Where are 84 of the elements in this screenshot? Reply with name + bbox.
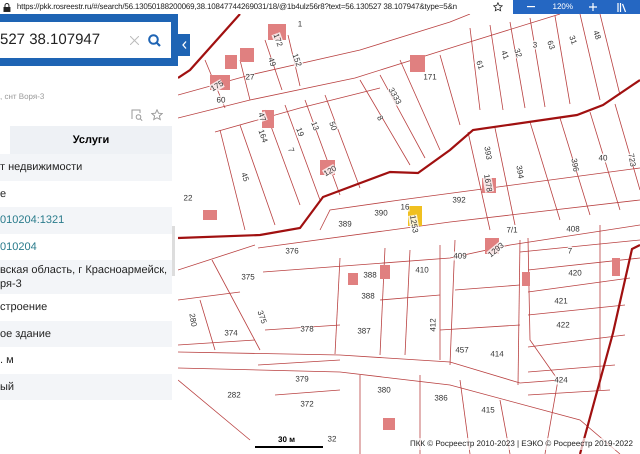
property-value: т недвижимости: [0, 160, 82, 174]
parcel-number: 13: [309, 120, 321, 132]
parcel-number: 389: [338, 220, 352, 228]
parcel-number: 376: [285, 246, 299, 256]
parcel-number: 8: [375, 114, 385, 122]
star-icon[interactable]: [492, 2, 503, 12]
zoom-to-icon[interactable]: [131, 109, 143, 121]
parcel-number: 374: [224, 328, 238, 338]
chevron-left-icon: [182, 41, 186, 49]
parcel-number: 424: [554, 376, 568, 384]
parcel-number: 7: [568, 246, 572, 256]
copyright-text: ПКК © Росреестр 2010-2023 | ЕЭКО © Росреестр 2019-2022: [410, 438, 633, 450]
parcel-number: 392: [452, 196, 466, 204]
parcel-number: 27: [246, 72, 254, 82]
parcel-number: 16: [400, 202, 410, 212]
parcel-number: 375: [241, 272, 255, 282]
parcel-number: 49: [266, 56, 278, 68]
lock-icon: [3, 2, 11, 12]
property-value: е: [0, 186, 6, 201]
property-value: . м: [0, 353, 14, 368]
parcel-number: 63: [545, 39, 557, 51]
zoom-level: 120%: [552, 1, 573, 13]
zoom-in-icon[interactable]: [589, 3, 597, 11]
parcel-number: 282: [227, 390, 241, 400]
parcel-number: 22: [184, 194, 192, 202]
property-value: ый: [0, 380, 14, 394]
collapse-panel-tab[interactable]: [178, 34, 190, 56]
parcel-number: 3: [532, 40, 538, 50]
parcel-number: 409: [453, 252, 467, 260]
parcel-number: 415: [481, 406, 495, 414]
parcel-number: 421: [554, 296, 568, 306]
parcel-number: 394: [514, 164, 526, 180]
parcel-number: 387: [357, 326, 371, 336]
parcel-number: 393: [482, 146, 494, 160]
property-value: строение: [0, 300, 48, 314]
parcel-number: 7/1: [506, 226, 518, 234]
parcel-number: 375: [255, 309, 269, 325]
scale-label: 30 м: [278, 434, 296, 446]
parcel-number: 372: [300, 400, 314, 408]
property-value: вская область, г Красноармейск, ря-3: [0, 263, 168, 291]
parcel-number: 45: [239, 171, 251, 183]
parcel-number: 378: [300, 324, 314, 334]
parcel-number: 386: [434, 394, 448, 402]
scale-bar: [255, 446, 323, 448]
parcel-number: 50: [327, 120, 339, 132]
parcel-number: 60: [216, 96, 226, 104]
star-icon[interactable]: [151, 109, 163, 121]
parcel-number: 414: [490, 350, 504, 358]
parcel-number: 32: [512, 47, 524, 59]
parcel-number: 379: [295, 374, 309, 384]
parcel-number: 396: [569, 158, 581, 172]
tab[interactable]: Услуги: [10, 126, 172, 154]
property-value: ое здание: [0, 326, 51, 341]
parcel-number: 457: [455, 346, 469, 354]
parcel-number: 723: [626, 152, 638, 168]
search-field[interactable]: 527 38.107947: [0, 22, 171, 58]
parcel-number: 19: [294, 126, 306, 138]
library-icon[interactable]: [617, 2, 626, 12]
parcel-number: 380: [377, 386, 391, 394]
parcel-number: 171: [423, 72, 437, 82]
parcel-number: 408: [566, 224, 580, 234]
parcel-number: 41: [499, 49, 511, 61]
parcel-number: 420: [568, 268, 582, 278]
parcel-number: 280: [187, 312, 199, 328]
parcel-number: 388: [363, 270, 377, 280]
parcel-number: 61: [474, 59, 486, 71]
parcel-number: 422: [556, 320, 570, 330]
parcel-number: 390: [374, 208, 388, 218]
parcel-number: 7: [286, 146, 296, 154]
parcel-number: 412: [428, 318, 438, 332]
parcel-number: 32: [328, 434, 336, 444]
address-bar[interactable]: https://pkk.rosreestr.ru/#/search/56.13050188200069,38.10847744269031/18/@1b4ulz56r8?text=56.130527 38.107947&type=5&n: [16, 0, 483, 14]
parcel-number: 48: [591, 29, 603, 41]
parcel-number: 31: [567, 34, 579, 46]
scrollbar[interactable]: [172, 226, 175, 276]
parcel-number: 164: [256, 128, 270, 144]
parcel-number: 410: [415, 266, 429, 274]
parcel-number: 152: [290, 52, 304, 68]
parcel-number: 1: [298, 20, 302, 28]
parcel-number: 40: [598, 154, 608, 162]
cadastral-number-link[interactable]: 010204: [0, 240, 37, 254]
search-icon[interactable]: [148, 34, 161, 46]
parcel-number: 388: [361, 292, 375, 300]
address-text: , снт Воря-3: [0, 91, 44, 103]
